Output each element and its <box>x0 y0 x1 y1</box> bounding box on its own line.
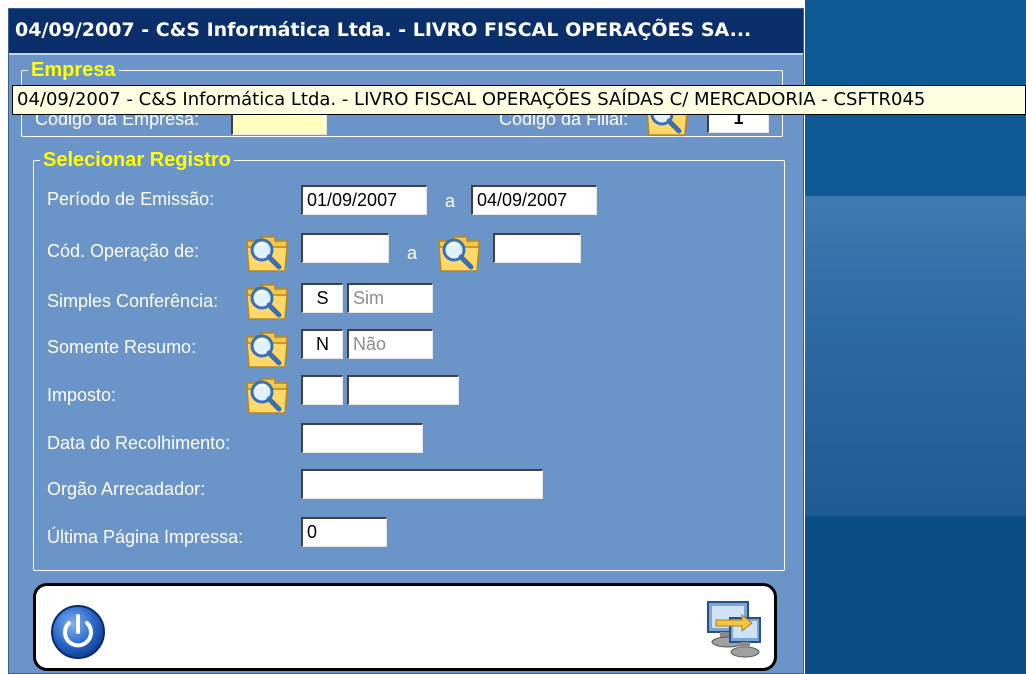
cod-operacao-ate-field[interactable] <box>493 233 581 263</box>
folder-magnifier-icon[interactable] <box>437 231 481 273</box>
imposto-desc-field <box>347 375 459 405</box>
cod-operacao-label: Cód. Operação de: <box>47 241 200 261</box>
button-bar <box>33 583 777 671</box>
title-bar[interactable]: 04/09/2007 - C&S Informática Ltda. - LIV… <box>9 9 803 55</box>
folder-magnifier-icon[interactable] <box>245 231 289 273</box>
desktop-bottom <box>805 516 1026 674</box>
ultima-pagina-field[interactable]: 0 <box>301 517 387 547</box>
somente-resumo-code[interactable]: N <box>301 329 343 359</box>
folder-magnifier-icon[interactable] <box>245 279 289 321</box>
orgao-arrecadador-field[interactable] <box>301 469 543 499</box>
imposto-label: Imposto: <box>47 385 117 405</box>
periodo-ate-field[interactable]: 04/09/2007 <box>471 185 597 215</box>
cod-operacao-de-field[interactable] <box>301 233 389 263</box>
somente-resumo-desc: Não <box>347 329 433 359</box>
simples-conferencia-desc: Sim <box>347 283 433 313</box>
selecionar-registro-legend: Selecionar Registro <box>43 149 231 171</box>
empresa-legend: Empresa <box>31 59 116 81</box>
power-icon[interactable] <box>50 604 106 660</box>
desktop-band <box>805 196 1026 516</box>
title-tooltip: 04/09/2007 - C&S Informática Ltda. - LIV… <box>12 85 1026 115</box>
simples-conferencia-label: Simples Conferência: <box>47 291 219 311</box>
periodo-separator: a <box>445 191 456 211</box>
periodo-de-field[interactable]: 01/09/2007 <box>301 185 427 215</box>
orgao-arrecadador-label: Orgão Arrecadador: <box>47 479 206 499</box>
cod-operacao-separator: a <box>407 243 418 263</box>
periodo-emissao-label: Período de Emissão: <box>47 189 215 209</box>
window-title: 04/09/2007 - C&S Informática Ltda. - LIV… <box>15 19 752 41</box>
folder-magnifier-icon[interactable] <box>245 327 289 369</box>
computer-transfer-icon[interactable] <box>702 598 764 660</box>
data-recolhimento-label: Data do Recolhimento: <box>47 433 231 453</box>
data-recolhimento-field[interactable] <box>301 423 423 453</box>
folder-magnifier-icon[interactable] <box>245 373 289 415</box>
ultima-pagina-label: Última Página Impressa: <box>47 527 244 547</box>
somente-resumo-label: Somente Resumo: <box>47 337 197 357</box>
imposto-code-field[interactable] <box>301 375 343 405</box>
simples-conferencia-code[interactable]: S <box>301 283 343 313</box>
